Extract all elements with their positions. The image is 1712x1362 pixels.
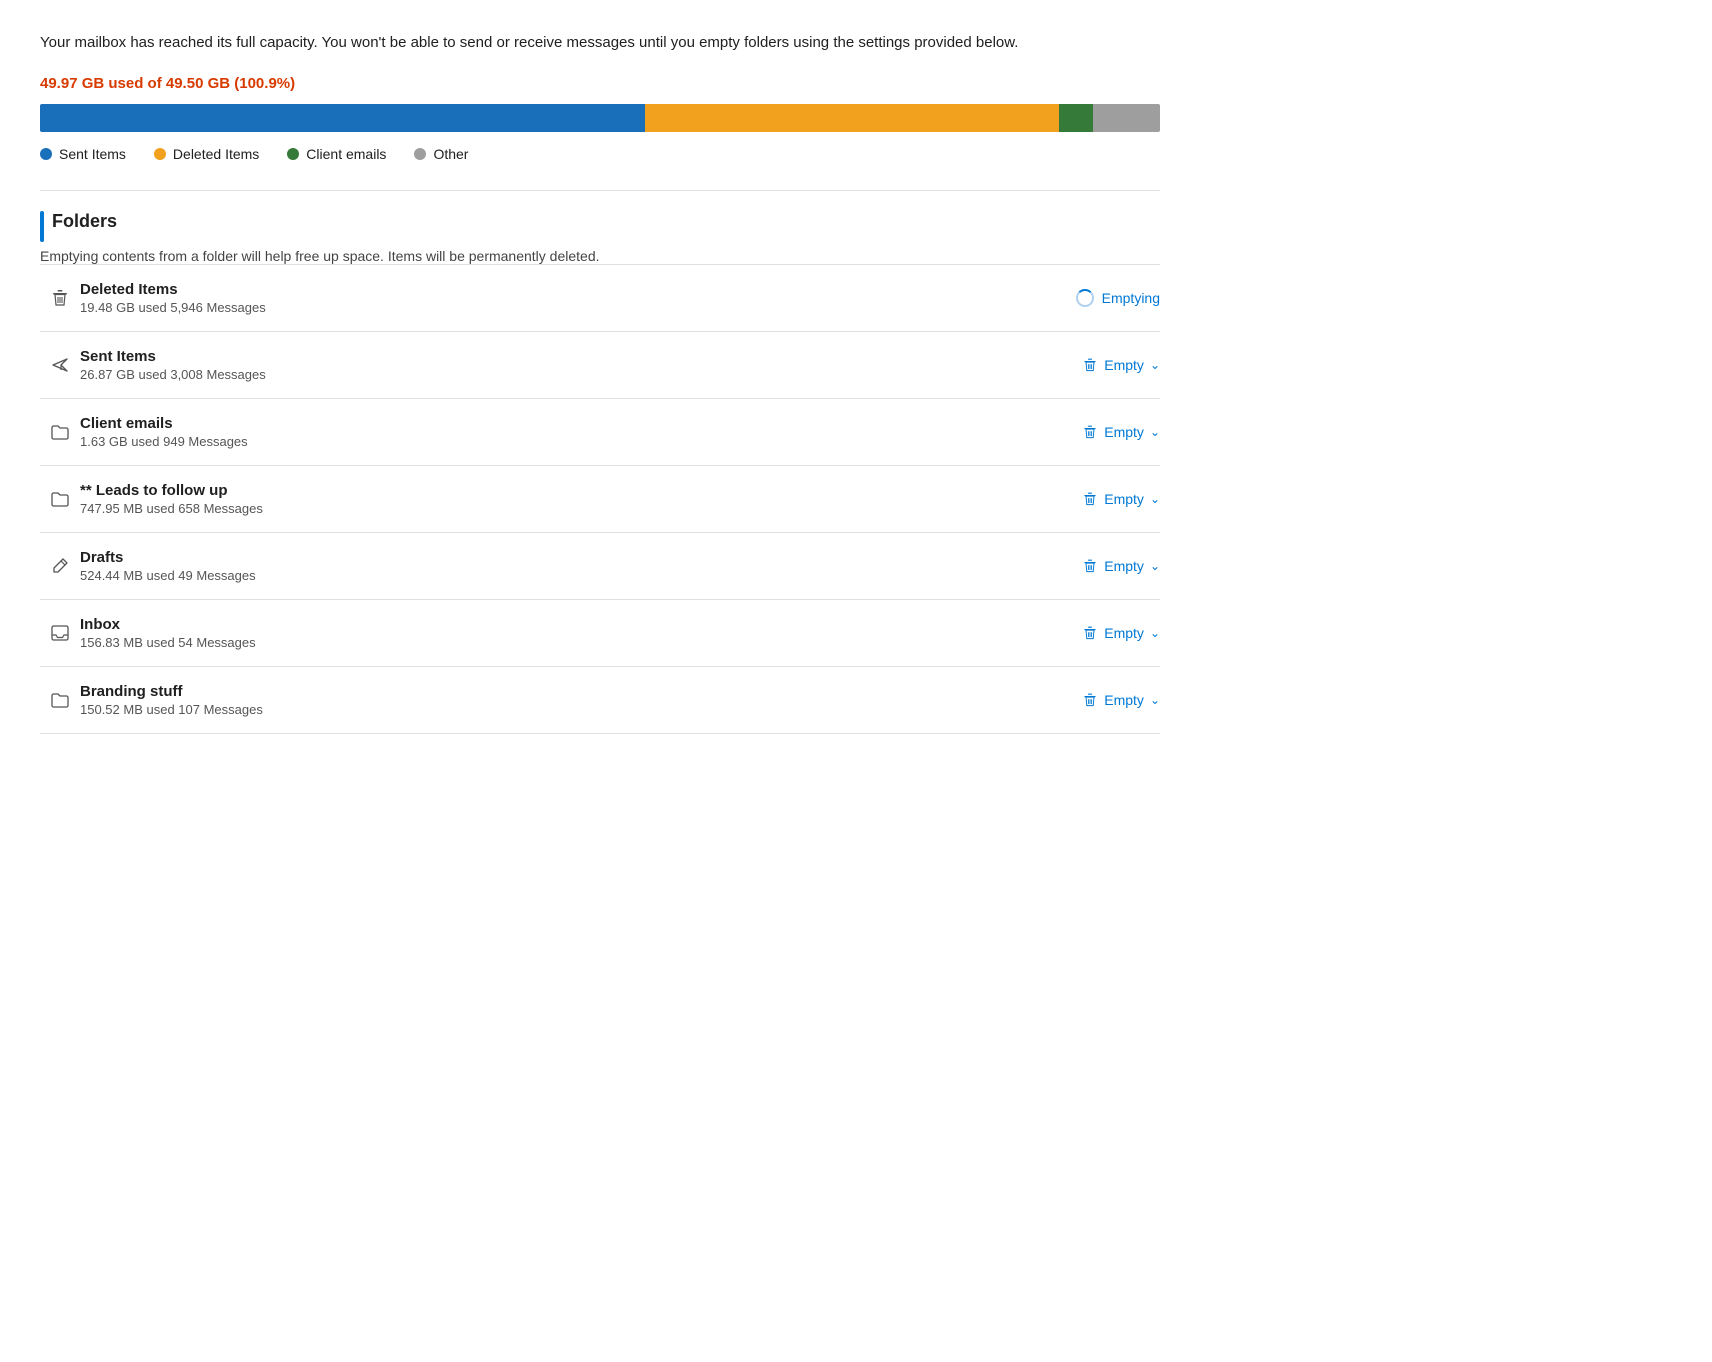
folder-icon [40, 690, 80, 710]
folder-info: Inbox 156.83 MB used 54 Messages [80, 616, 1040, 650]
folder-info: Sent Items 26.87 GB used 3,008 Messages [80, 348, 1040, 382]
chevron-down-icon: ⌄ [1150, 559, 1160, 573]
chevron-down-icon: ⌄ [1150, 626, 1160, 640]
folder-row: Client emails 1.63 GB used 949 Messages E… [40, 398, 1160, 465]
inbox-icon [40, 623, 80, 643]
divider [40, 190, 1160, 191]
folder-name: ** Leads to follow up [80, 482, 1040, 499]
folder-meta: 524.44 MB used 49 Messages [80, 568, 1040, 583]
folder-meta: 26.87 GB used 3,008 Messages [80, 367, 1040, 382]
folder-meta: 1.63 GB used 949 Messages [80, 434, 1040, 449]
trash-icon [40, 288, 80, 308]
usage-label: 49.97 GB used of 49.50 GB (100.9%) [40, 75, 1160, 92]
folder-name: Deleted Items [80, 281, 1040, 298]
folder-icon [40, 422, 80, 442]
legend-dot [40, 148, 52, 160]
legend-label: Deleted Items [173, 146, 259, 162]
empty-label: Empty [1104, 424, 1144, 440]
folders-subtext: Emptying contents from a folder will hel… [40, 248, 1160, 264]
folder-name: Client emails [80, 415, 1040, 432]
chevron-down-icon: ⌄ [1150, 358, 1160, 372]
empty-label: Empty [1104, 558, 1144, 574]
folder-name: Inbox [80, 616, 1040, 633]
warning-text: Your mailbox has reached its full capaci… [40, 32, 1160, 55]
empty-button[interactable]: Empty ⌄ [1040, 692, 1160, 708]
empty-label: Empty [1104, 625, 1144, 641]
folder-row: Deleted Items 19.48 GB used 5,946 Message… [40, 264, 1160, 331]
spinner-icon [1076, 289, 1094, 307]
chevron-down-icon: ⌄ [1150, 492, 1160, 506]
legend-item: Other [414, 146, 468, 162]
empty-button[interactable]: Empty ⌄ [1040, 357, 1160, 373]
folder-name: Sent Items [80, 348, 1040, 365]
legend-item: Client emails [287, 146, 386, 162]
legend-dot [287, 148, 299, 160]
empty-label: Empty [1104, 692, 1144, 708]
folder-meta: 747.95 MB used 658 Messages [80, 501, 1040, 516]
legend-label: Client emails [306, 146, 386, 162]
folder-info: Drafts 524.44 MB used 49 Messages [80, 549, 1040, 583]
legend-label: Sent Items [59, 146, 126, 162]
folder-info: Client emails 1.63 GB used 949 Messages [80, 415, 1040, 449]
send-icon [40, 355, 80, 375]
legend-item: Sent Items [40, 146, 126, 162]
empty-button[interactable]: Empty ⌄ [1040, 424, 1160, 440]
folder-row: Drafts 524.44 MB used 49 Messages Empty ⌄ [40, 532, 1160, 599]
legend-dot [154, 148, 166, 160]
usage-bar [40, 104, 1160, 132]
emptying-action: Emptying [1040, 289, 1160, 307]
empty-button[interactable]: Empty ⌄ [1040, 558, 1160, 574]
empty-button[interactable]: Empty ⌄ [1040, 625, 1160, 641]
chevron-down-icon: ⌄ [1150, 693, 1160, 707]
folder-row: ** Leads to follow up 747.95 MB used 658 … [40, 465, 1160, 532]
chevron-down-icon: ⌄ [1150, 425, 1160, 439]
folder-info: Branding stuff 150.52 MB used 107 Message… [80, 683, 1040, 717]
folders-heading: Folders [52, 211, 117, 232]
legend-dot [414, 148, 426, 160]
folder-icon [40, 489, 80, 509]
pencil-icon [40, 556, 80, 576]
empty-button[interactable]: Empty ⌄ [1040, 491, 1160, 507]
folder-info: ** Leads to follow up 747.95 MB used 658 … [80, 482, 1040, 516]
folder-list: Deleted Items 19.48 GB used 5,946 Message… [40, 264, 1160, 734]
folder-meta: 150.52 MB used 107 Messages [80, 702, 1040, 717]
folder-row: Branding stuff 150.52 MB used 107 Message… [40, 666, 1160, 733]
legend-item: Deleted Items [154, 146, 259, 162]
legend-label: Other [433, 146, 468, 162]
empty-label: Empty [1104, 357, 1144, 373]
folder-row: Inbox 156.83 MB used 54 Messages Empty ⌄ [40, 599, 1160, 666]
folder-row: Sent Items 26.87 GB used 3,008 Messages E… [40, 331, 1160, 398]
emptying-label: Emptying [1102, 290, 1160, 306]
folder-name: Branding stuff [80, 683, 1040, 700]
folder-info: Deleted Items 19.48 GB used 5,946 Message… [80, 281, 1040, 315]
empty-label: Empty [1104, 491, 1144, 507]
legend: Sent Items Deleted Items Client emails Othe… [40, 146, 1160, 162]
folder-meta: 156.83 MB used 54 Messages [80, 635, 1040, 650]
folder-name: Drafts [80, 549, 1040, 566]
folder-meta: 19.48 GB used 5,946 Messages [80, 300, 1040, 315]
